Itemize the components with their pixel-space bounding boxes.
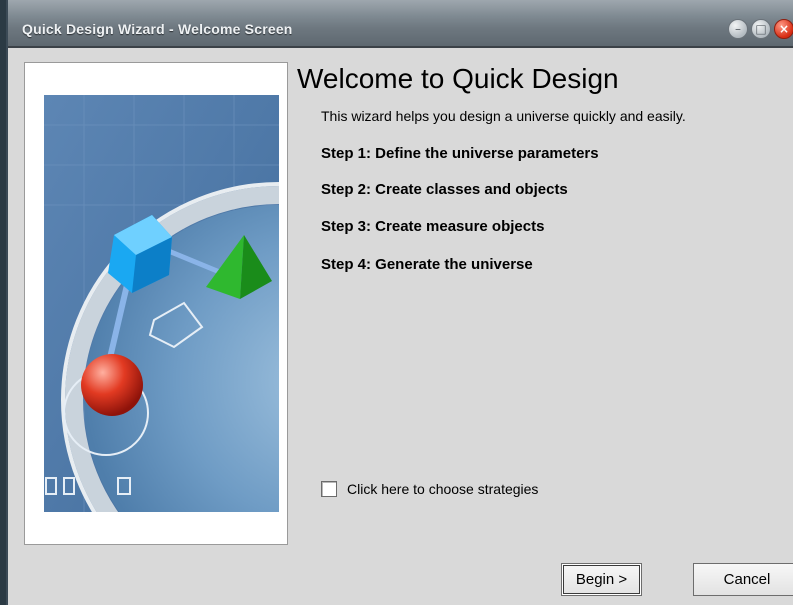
strategies-checkbox[interactable] xyxy=(321,481,337,497)
step-4-text: Step 4: Generate the universe xyxy=(321,256,533,273)
close-icon[interactable]: × xyxy=(774,19,793,39)
wizard-illustration xyxy=(44,95,279,512)
minimize-icon[interactable]: – xyxy=(728,19,748,39)
page-title: Welcome to Quick Design xyxy=(297,63,619,94)
step-2-text: Step 2: Create classes and objects xyxy=(321,181,568,198)
wizard-illustration-panel xyxy=(24,62,288,545)
title-bar[interactable]: Quick Design Wizard - Welcome Screen – □… xyxy=(8,0,793,48)
wizard-window: Quick Design Wizard - Welcome Screen – □… xyxy=(6,0,793,605)
window-title: Quick Design Wizard - Welcome Screen xyxy=(22,21,293,37)
step-1-text: Step 1: Define the universe parameters xyxy=(321,145,599,162)
intro-text: This wizard helps you design a universe … xyxy=(321,108,686,124)
begin-button[interactable]: Begin > xyxy=(561,563,642,596)
maximize-icon[interactable]: □ xyxy=(751,19,771,39)
cancel-button[interactable]: Cancel xyxy=(693,563,793,596)
strategies-checkbox-label[interactable]: Click here to choose strategies xyxy=(347,481,538,497)
universe-graphic-icon xyxy=(44,95,279,512)
step-3-text: Step 3: Create measure objects xyxy=(321,218,545,235)
